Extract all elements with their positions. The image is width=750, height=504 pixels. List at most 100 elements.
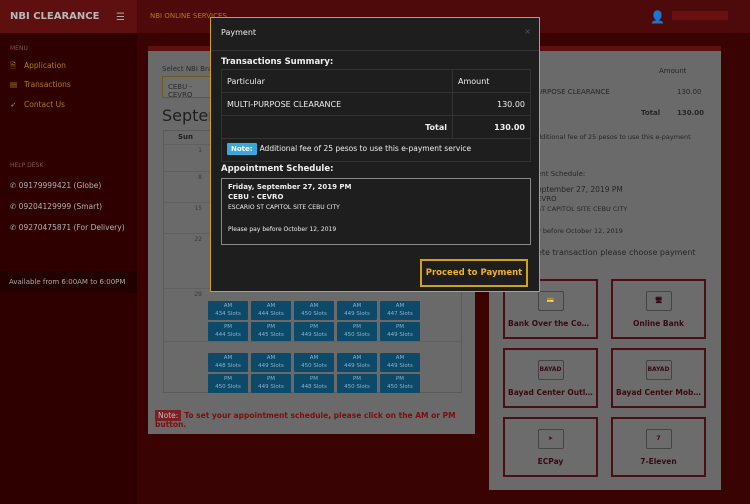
slot-count: 450 Slots — [387, 384, 413, 390]
sidebar-item-contact-us[interactable]: ➶ Contact Us — [10, 100, 65, 109]
sidebar-item-transactions[interactable]: ▤ Transactions — [10, 80, 71, 89]
sidebar-item-application[interactable]: 🗎 Application — [10, 60, 66, 73]
day-number: 29 — [194, 291, 202, 298]
day-number: 22 — [194, 236, 202, 243]
payment-option-label: Bank Over the Cou... — [508, 319, 596, 328]
slot-count: 449 Slots — [387, 332, 413, 338]
slot-period: AM — [352, 303, 362, 309]
bayad-center-icon: BAYAD — [537, 360, 564, 380]
phone-number: 09270475871 (For Delivery) — [18, 223, 125, 232]
schedule-address: ST CAPITOL SITE CEBU CITY — [537, 205, 628, 213]
divider — [211, 50, 539, 51]
slot-period: PM — [266, 324, 276, 330]
slot-count: 450 Slots — [344, 384, 370, 390]
slot-count: 444 Slots — [258, 311, 284, 317]
slot-am-button[interactable]: AM 450 Slots — [294, 301, 334, 320]
phone-icon: ✆ — [10, 223, 19, 232]
user-icon[interactable]: 👤 — [650, 10, 665, 24]
slot-count: 449 Slots — [387, 363, 413, 369]
slot-am-button[interactable]: AM 449 Slots — [380, 353, 420, 372]
slot-count: 450 Slots — [215, 384, 241, 390]
close-icon[interactable]: × — [524, 27, 531, 36]
payment-option-7-eleven[interactable]: 7 7-Eleven — [611, 417, 706, 477]
slot-pm-button[interactable]: PM 445 Slots — [251, 322, 291, 341]
slot-am-button[interactable]: AM 447 Slots — [380, 301, 420, 320]
user-name-redacted[interactable] — [672, 11, 728, 20]
slot-am-button[interactable]: AM 449 Slots — [337, 301, 377, 320]
table-row: MULTI-PURPOSE CLEARANCE 130.00 — [221, 92, 531, 116]
slot-pm-button[interactable]: PM 450 Slots — [337, 322, 377, 341]
schedule-address: ESCARIO ST CAPITOL SITE CEBU CITY — [228, 204, 340, 211]
slot-period: AM — [309, 303, 319, 309]
slot-pm-button[interactable]: PM 450 Slots — [208, 374, 248, 393]
day-number: 15 — [194, 205, 202, 212]
payment-option-label: Online Bank — [633, 319, 684, 328]
slot-count: 449 Slots — [258, 363, 284, 369]
payment-option-bayad-center[interactable]: BAYAD Bayad Center Mobil... — [611, 348, 706, 408]
slot-count: 448 Slots — [301, 384, 327, 390]
pay-before: Please pay before October 12, 2019 — [228, 226, 337, 233]
sidebar-item-label: Application — [24, 61, 66, 70]
slot-count: 434 Slots — [215, 311, 241, 317]
pay-before: y before October 12, 2019 — [537, 227, 623, 235]
slot-count: 448 Slots — [215, 363, 241, 369]
day-number: 8 — [198, 174, 202, 181]
slot-period: AM — [223, 303, 233, 309]
availability: Available from 6:00AM to 6:00PM — [0, 271, 137, 293]
bank-card-icon: 💳 — [537, 291, 564, 311]
schedule-date: eptember 27, 2019 PM — [537, 185, 623, 194]
bayad-center-icon: BAYAD — [645, 360, 672, 380]
slot-period: PM — [395, 376, 405, 382]
dow-sun: Sun — [177, 133, 193, 141]
payment-option-bayad-center[interactable]: BAYAD Bayad Center Outlets — [503, 348, 598, 408]
slot-period: PM — [352, 376, 362, 382]
fee-note: Note: Additional fee of 25 pesos to use t… — [221, 138, 531, 162]
slot-am-button[interactable]: AM 434 Slots — [208, 301, 248, 320]
phone-number: 09204129999 (Smart) — [18, 202, 103, 211]
payment-option-label: 7-Eleven — [640, 457, 677, 466]
slot-pm-button[interactable]: PM 449 Slots — [380, 322, 420, 341]
payment-option-ecpay[interactable]: ➤ ECPay — [503, 417, 598, 477]
day-number: 1 — [198, 147, 202, 154]
slot-am-button[interactable]: AM 448 Slots — [208, 353, 248, 372]
slot-count: 449 Slots — [258, 384, 284, 390]
modal-title: Payment — [221, 28, 257, 37]
col-amount: Amount — [659, 67, 687, 75]
slot-period: AM — [266, 303, 276, 309]
hamburger-menu-icon[interactable]: ☰ — [116, 12, 125, 23]
payment-option-label: Bayad Center Mobil... — [616, 388, 704, 397]
payment-modal: Payment × Transactions Summary: Particul… — [210, 17, 540, 292]
item-amount: 130.00 — [677, 88, 702, 96]
slot-period: AM — [309, 355, 319, 361]
item-amount: 130.00 — [452, 92, 531, 116]
slot-count: 450 Slots — [301, 311, 327, 317]
slot-period: PM — [223, 324, 233, 330]
slot-count: 445 Slots — [258, 332, 284, 338]
slot-am-button[interactable]: AM 444 Slots — [251, 301, 291, 320]
slot-period: PM — [309, 324, 319, 330]
slot-am-button[interactable]: AM 449 Slots — [337, 353, 377, 372]
payment-option-label: Bayad Center Outlets — [508, 388, 596, 397]
slot-period: PM — [352, 324, 362, 330]
proceed-to-payment-button[interactable]: Proceed to Payment — [420, 259, 528, 287]
total-value: 130.00 — [452, 115, 531, 139]
slot-pm-button[interactable]: PM 444 Slots — [208, 322, 248, 341]
slot-period: PM — [266, 376, 276, 382]
schedule-label: ent Schedule: — [537, 170, 586, 178]
file-icon: 🗎 — [10, 61, 17, 70]
slot-pm-button[interactable]: PM 448 Slots — [294, 374, 334, 393]
slot-pm-button[interactable]: PM 449 Slots — [251, 374, 291, 393]
sidebar-item-label: Contact Us — [24, 100, 65, 109]
slot-am-button[interactable]: AM 449 Slots — [251, 353, 291, 372]
schedule-branch: CEBU - CEVRO — [228, 193, 284, 201]
calendar-note: Note: To set your appointment schedule, p… — [155, 410, 475, 429]
slot-pm-button[interactable]: PM 450 Slots — [337, 374, 377, 393]
slot-count: 449 Slots — [344, 363, 370, 369]
slot-pm-button[interactable]: PM 449 Slots — [294, 322, 334, 341]
payment-option-monitor[interactable]: 🖥 Online Bank — [611, 279, 706, 339]
schedule-box: Friday, September 27, 2019 PM CEBU - CEV… — [221, 178, 531, 245]
total-label: Total — [221, 115, 453, 139]
slot-am-button[interactable]: AM 450 Slots — [294, 353, 334, 372]
slot-pm-button[interactable]: PM 450 Slots — [380, 374, 420, 393]
note-badge: Note: — [227, 143, 257, 155]
